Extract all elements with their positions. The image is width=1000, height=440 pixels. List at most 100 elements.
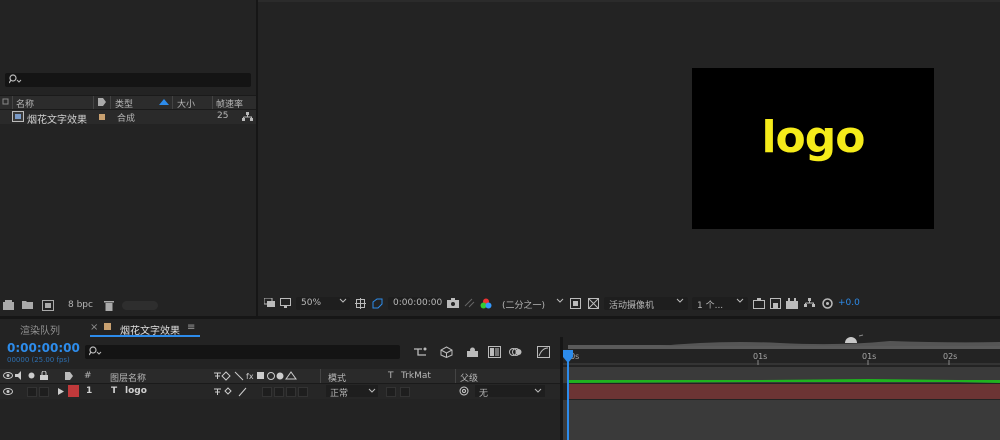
viewer-top-edge xyxy=(258,0,1000,2)
tab-close-icon[interactable]: × xyxy=(90,322,98,333)
camera-value: 活动摄像机 xyxy=(609,301,655,311)
tab-render-queue[interactable]: 渲染队列 xyxy=(20,322,60,337)
column-type[interactable]: 类型 xyxy=(115,97,133,110)
ruler-label: 02s xyxy=(943,352,958,361)
chevron-down-icon xyxy=(676,298,684,304)
show-snapshot-icon[interactable] xyxy=(464,298,475,308)
chevron-down-icon xyxy=(339,298,347,304)
chevron-down-icon xyxy=(368,388,376,394)
audio-icon[interactable] xyxy=(15,371,25,380)
new-composition-icon[interactable] xyxy=(42,300,54,311)
delete-icon[interactable] xyxy=(104,300,114,311)
shy-layers-icon[interactable] xyxy=(466,347,479,357)
thumbnail-size-slider[interactable] xyxy=(122,301,158,310)
chevron-down-icon xyxy=(556,298,564,304)
transparency-grid-icon[interactable] xyxy=(588,298,599,309)
logo-text-layer[interactable]: logo xyxy=(692,112,934,163)
blend-mode-dropdown[interactable]: 正常 xyxy=(326,385,378,399)
comp-mini-flowchart-icon[interactable] xyxy=(414,347,427,357)
chevron-down-icon xyxy=(534,388,542,394)
layer-switches-icons: fx xyxy=(213,371,319,381)
toggle-pixel-aspect-icon[interactable] xyxy=(753,298,765,309)
project-thumbnail-area xyxy=(0,0,256,70)
parent-dropdown[interactable]: 无 xyxy=(475,385,545,399)
label-tag-icon[interactable] xyxy=(97,97,107,107)
mask-visibility-icon[interactable] xyxy=(372,298,383,309)
reset-exposure-icon[interactable] xyxy=(822,298,833,309)
graph-editor-icon[interactable] xyxy=(537,346,550,358)
layer-list-empty-area xyxy=(0,400,560,440)
column-size[interactable]: 大小 xyxy=(177,97,195,110)
switch-box[interactable] xyxy=(262,387,272,397)
project-search-input[interactable] xyxy=(5,73,251,87)
svg-text:fx: fx xyxy=(246,372,254,381)
playhead-handle-icon[interactable] xyxy=(563,350,573,364)
grid-guides-icon[interactable] xyxy=(355,298,366,309)
bit-depth-button[interactable]: 8 bpc xyxy=(68,300,93,310)
layer-visibility-icon[interactable] xyxy=(3,387,13,396)
layer-number: 1 xyxy=(86,386,93,396)
lock-toggle[interactable] xyxy=(39,387,49,397)
color-channel-icon[interactable] xyxy=(480,298,492,309)
header-flow-icon xyxy=(2,97,10,107)
pick-whip-icon[interactable] xyxy=(459,386,469,396)
always-preview-icon[interactable] xyxy=(264,298,275,308)
new-folder-icon[interactable] xyxy=(22,300,34,310)
snapshot-camera-icon[interactable] xyxy=(447,298,459,308)
layer-switches[interactable] xyxy=(213,387,253,397)
layer-column-header: # 图层名称 fx 模式 T TrkMat 父级 xyxy=(0,369,560,384)
layer-name-header[interactable]: 图层名称 xyxy=(110,371,146,384)
column-name[interactable]: 名称 xyxy=(16,97,34,110)
composition-frame[interactable]: logo xyxy=(692,68,934,229)
project-item-type: 合成 xyxy=(117,114,136,124)
switch-box[interactable] xyxy=(286,387,296,397)
column-framerate[interactable]: 帧速率 xyxy=(216,97,243,110)
fast-previews-icon[interactable] xyxy=(770,298,781,309)
label-tag-icon[interactable] xyxy=(64,371,74,381)
preserve-transparency-toggle[interactable] xyxy=(386,387,396,397)
tab-label-swatch xyxy=(104,323,111,330)
layer-name[interactable]: logo xyxy=(125,386,147,396)
search-icon xyxy=(89,346,103,357)
timeline-search-input[interactable] xyxy=(85,345,400,359)
switch-box[interactable] xyxy=(298,387,308,397)
timeline-toggle-icon[interactable] xyxy=(786,298,798,309)
interpret-footage-icon[interactable] xyxy=(3,300,15,311)
lock-icon[interactable] xyxy=(40,371,48,380)
tab-menu-icon[interactable]: ≡ xyxy=(187,322,195,333)
time-navigator[interactable] xyxy=(660,340,1000,346)
expand-arrow-icon[interactable] xyxy=(58,388,64,395)
layer-number-header: # xyxy=(84,371,92,381)
resolution-dropdown[interactable]: (二分之一) xyxy=(502,298,545,311)
preserve-transparency-header: T xyxy=(388,371,394,381)
frame-rate-readout: 00000 (25.00 fps) xyxy=(7,356,70,364)
parent-header: 父级 xyxy=(460,374,479,384)
views-value: 1 个... xyxy=(697,301,724,311)
switch-box[interactable] xyxy=(274,387,284,397)
draft-3d-icon[interactable] xyxy=(440,346,453,358)
region-of-interest-icon[interactable] xyxy=(570,298,581,309)
trkmat-dropdown[interactable] xyxy=(400,387,410,397)
solo-toggle[interactable] xyxy=(27,387,37,397)
layer-label-color[interactable] xyxy=(68,385,79,397)
eye-icon[interactable] xyxy=(3,371,13,380)
ruler-label: 01s xyxy=(753,352,768,361)
project-item-row[interactable]: 烟花文字效果 合成 25 xyxy=(0,110,256,126)
frame-blending-icon[interactable] xyxy=(488,346,501,358)
monitor-icon[interactable] xyxy=(280,298,291,308)
ruler-label: 01s xyxy=(862,352,877,361)
viewer-toolbar: 50% 0:00:00:00 (二分之一) 活动摄像机 1 个... +0.0 xyxy=(258,294,1000,314)
parent-value: 无 xyxy=(479,389,489,399)
time-ruler[interactable] xyxy=(563,350,1000,366)
label-color-swatch[interactable] xyxy=(99,114,105,120)
flowchart-icon[interactable] xyxy=(242,112,253,122)
exposure-value[interactable]: +0.0 xyxy=(838,298,860,308)
project-item-framerate: 25 xyxy=(217,111,229,121)
solo-icon[interactable] xyxy=(28,372,35,379)
layer-duration-bar[interactable] xyxy=(568,384,1000,399)
comp-flowchart-icon[interactable] xyxy=(804,298,815,308)
audio-waveform-track xyxy=(568,379,1000,383)
search-icon xyxy=(9,74,23,85)
motion-blur-icon[interactable] xyxy=(509,346,522,358)
current-time-display[interactable]: 0:00:00:00 xyxy=(7,341,80,355)
